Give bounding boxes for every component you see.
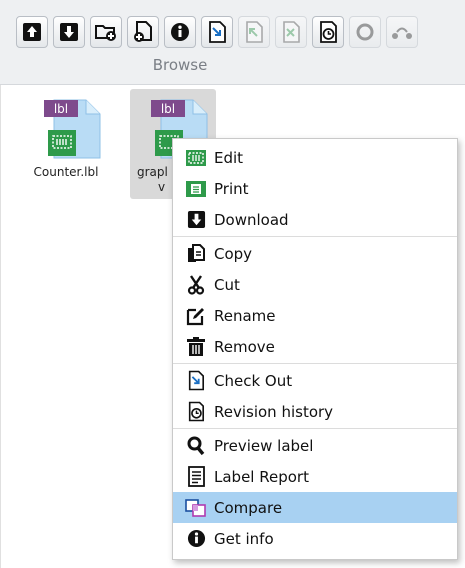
menu-item-label: Check Out — [214, 371, 293, 390]
compare-icon — [185, 497, 207, 519]
menu-item-remove[interactable]: Remove — [173, 331, 457, 362]
download-button[interactable] — [53, 16, 85, 48]
refresh-button[interactable] — [349, 16, 381, 48]
menu-item-revision-history[interactable]: Revision history — [173, 396, 457, 427]
menu-item-label: Edit — [214, 148, 244, 167]
file-item-counter[interactable]: lbl Counter.lbl — [23, 89, 109, 199]
history-icon — [320, 21, 337, 43]
magnifier-icon — [185, 435, 207, 457]
history-button[interactable] — [312, 16, 344, 48]
new-file-icon — [134, 21, 152, 42]
menu-item-check-out[interactable]: Check Out — [173, 365, 457, 396]
edit-label-icon — [185, 147, 207, 169]
menu-item-label: Rename — [214, 306, 276, 325]
context-menu: Edit Print Download Copy Cut Rename Remo… — [172, 138, 458, 560]
menu-item-label: Remove — [214, 337, 275, 356]
menu-item-label: Preview label — [214, 436, 314, 455]
menu-item-label: Revision history — [214, 402, 334, 421]
check-in-icon — [246, 21, 263, 43]
new-folder-icon — [95, 25, 116, 41]
rename-icon — [185, 305, 207, 327]
file-name-line2: v — [158, 180, 166, 194]
menu-separator — [173, 363, 457, 364]
download-icon — [185, 209, 207, 231]
new-folder-button[interactable] — [90, 16, 122, 48]
menu-item-label: Get info — [214, 529, 274, 548]
menu-item-label: Label Report — [214, 467, 309, 486]
upload-button[interactable] — [16, 16, 48, 48]
menu-item-label: Copy — [214, 244, 253, 263]
info-icon — [171, 23, 189, 41]
share-icon — [392, 27, 412, 39]
history-icon — [185, 401, 207, 423]
menu-separator — [173, 236, 457, 237]
menu-separator — [173, 428, 457, 429]
menu-item-preview-label[interactable]: Preview label — [173, 430, 457, 461]
undo-check-out-button[interactable] — [275, 16, 307, 48]
download-icon — [60, 23, 78, 41]
upload-icon — [23, 23, 41, 41]
menu-item-label-report[interactable]: Label Report — [173, 461, 457, 492]
menu-item-download[interactable]: Download — [173, 204, 457, 235]
refresh-icon — [356, 23, 374, 41]
check-out-icon — [209, 21, 226, 43]
file-badge-text: lbl — [54, 102, 68, 116]
menu-item-label: Compare — [214, 498, 283, 517]
browse-button-group — [16, 16, 418, 48]
file-name-line1: grapl — [137, 165, 168, 179]
undo-check-out-icon — [283, 21, 300, 43]
menu-item-edit[interactable]: Edit — [173, 142, 457, 173]
file-badge-text: lbl — [161, 102, 175, 116]
menu-item-get-info[interactable]: Get info — [173, 523, 457, 554]
check-out-icon — [185, 370, 207, 392]
file-name: Counter.lbl — [33, 165, 99, 179]
scissors-icon — [185, 274, 207, 296]
trash-icon — [185, 336, 207, 358]
check-out-button[interactable] — [201, 16, 233, 48]
menu-item-compare[interactable]: Compare — [173, 492, 457, 523]
info-button[interactable] — [164, 16, 196, 48]
menu-item-copy[interactable]: Copy — [173, 238, 457, 269]
print-icon — [185, 178, 207, 200]
share-button[interactable] — [386, 16, 418, 48]
menu-item-rename[interactable]: Rename — [173, 300, 457, 331]
info-icon — [185, 528, 207, 550]
menu-item-cut[interactable]: Cut — [173, 269, 457, 300]
new-file-button[interactable] — [127, 16, 159, 48]
copy-icon — [185, 243, 207, 265]
menu-item-label: Cut — [214, 275, 240, 294]
menu-item-label: Download — [214, 210, 289, 229]
ribbon-toolbar: Browse — [0, 0, 465, 85]
label-file-icon: lbl — [44, 99, 101, 159]
toolbar-group-label: Browse — [152, 56, 208, 74]
menu-item-print[interactable]: Print — [173, 173, 457, 204]
check-in-button[interactable] — [238, 16, 270, 48]
report-icon — [185, 466, 207, 488]
menu-item-label: Print — [214, 179, 249, 198]
